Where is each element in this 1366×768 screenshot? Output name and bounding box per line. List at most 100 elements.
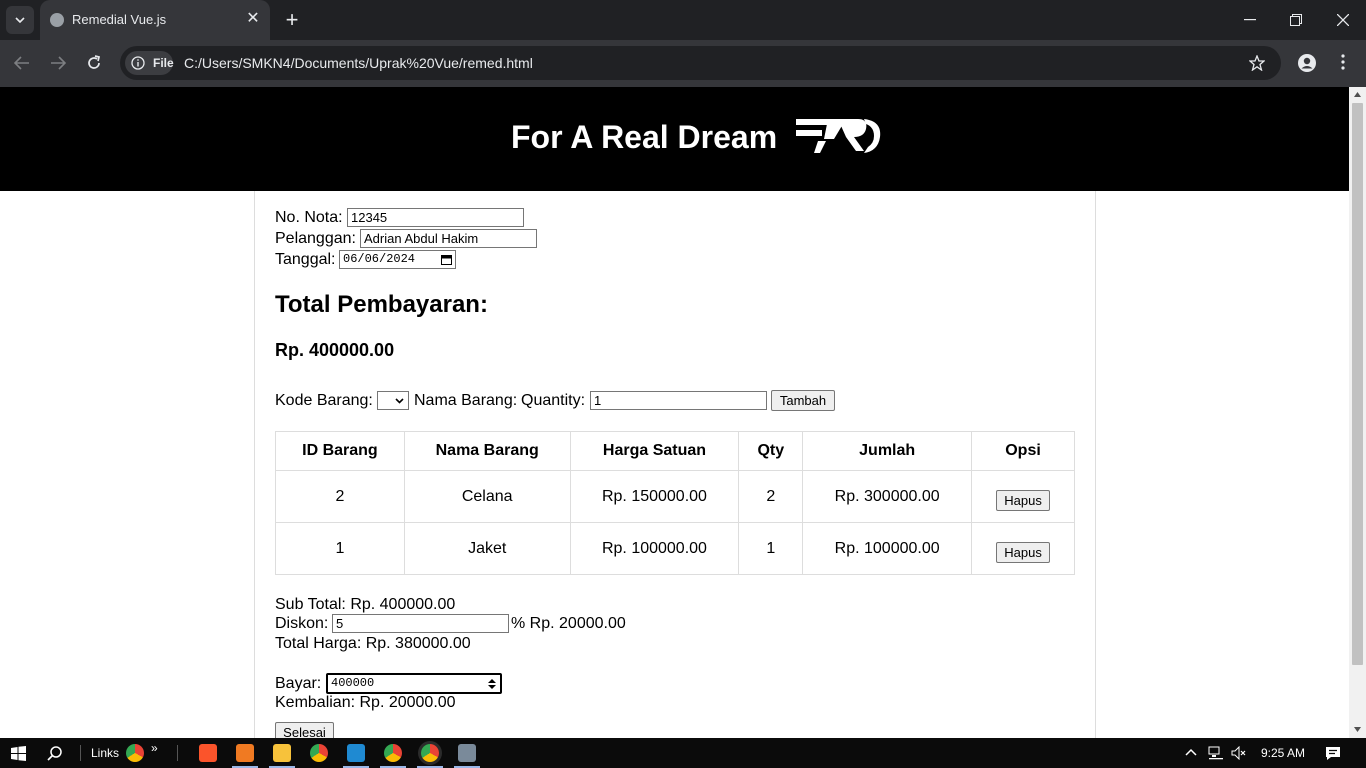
diskon-input[interactable] (332, 614, 509, 633)
nota-label: No. Nota: (275, 209, 343, 226)
total-harga-text: Total Harga: Rp. 380000.00 (275, 635, 471, 652)
menu-dots-icon[interactable] (1341, 54, 1345, 70)
cell-jumlah: Rp. 100000.00 (802, 522, 973, 575)
fard-logo-icon (796, 119, 881, 153)
nama-barang-label: Nama Barang: (414, 392, 518, 409)
spinner-icon[interactable] (488, 678, 496, 690)
clock[interactable]: 9:25 AM (1261, 746, 1305, 760)
overflow-chevron-icon[interactable]: » (151, 741, 158, 755)
cell-nama: Jaket (403, 522, 571, 575)
pelanggan-input[interactable] (360, 229, 537, 248)
main-container: No. Nota: Pelanggan: Tanggal: 06/06/2024… (254, 191, 1096, 738)
cell-id: 2 (275, 470, 405, 523)
cell-qty: 2 (738, 470, 804, 523)
profile-icon[interactable] (1297, 53, 1317, 73)
cell-harga: Rp. 100000.00 (569, 522, 740, 575)
cell-harga: Rp. 150000.00 (569, 470, 740, 523)
nota-input[interactable] (347, 208, 524, 227)
windows-start-icon[interactable] (11, 746, 26, 761)
chevron-down-icon (395, 398, 404, 404)
reload-icon[interactable] (82, 51, 106, 75)
bayar-label: Bayar: (275, 675, 322, 692)
app-icon[interactable] (458, 744, 476, 762)
taskbar-divider (80, 745, 81, 761)
tab-search-button[interactable] (6, 6, 34, 34)
table-row: 2 Celana Rp. 150000.00 2 Rp. 300000.00 H… (275, 470, 1075, 523)
bookmark-star-icon[interactable] (1249, 55, 1265, 71)
hapus-button[interactable]: Hapus (996, 542, 1050, 563)
col-opsi: Opsi (971, 431, 1075, 471)
calendar-icon[interactable] (441, 254, 452, 265)
cell-id: 1 (275, 522, 405, 575)
chrome-link-icon[interactable] (126, 744, 144, 762)
vscode-icon[interactable] (347, 744, 365, 762)
chrome-active-icon[interactable] (421, 744, 439, 762)
tanggal-value: 06/06/2024 (343, 252, 416, 266)
new-tab-icon[interactable]: + (281, 8, 303, 32)
restore-icon[interactable] (1284, 8, 1308, 32)
col-harga-satuan: Harga Satuan (569, 431, 740, 471)
col-nama-barang: Nama Barang (403, 431, 571, 471)
forward-icon[interactable] (46, 51, 70, 75)
browser-toolbar: File C:/Users/SMKN4/Documents/Uprak%20Vu… (0, 40, 1366, 87)
table-header-row: ID Barang Nama Barang Harga Satuan Qty J… (275, 431, 1075, 471)
url-text[interactable]: C:/Users/SMKN4/Documents/Uprak%20Vue/rem… (184, 55, 533, 71)
subtotal-text: Sub Total: Rp. 400000.00 (275, 596, 456, 613)
speaker-muted-icon[interactable] (1231, 746, 1247, 760)
kode-barang-select[interactable] (377, 391, 409, 410)
taskbar-divider (177, 745, 178, 761)
windows-taskbar: Links » 9:25 AM (0, 738, 1366, 768)
chrome-profile-icon[interactable] (384, 744, 402, 762)
globe-icon (50, 13, 64, 27)
table-row: 1 Jaket Rp. 100000.00 1 Rp. 100000.00 Ha… (275, 522, 1075, 575)
minimize-icon[interactable] (1238, 8, 1262, 32)
site-info-label: File (153, 56, 174, 70)
pelanggan-label: Pelanggan: (275, 230, 356, 247)
bayar-value: 400000 (331, 676, 375, 690)
close-window-icon[interactable] (1331, 8, 1355, 32)
chevron-up-icon[interactable] (1185, 748, 1197, 756)
xampp-icon[interactable] (236, 744, 254, 762)
browser-tab-bar: Remedial Vue.js ✕ + (0, 0, 1366, 40)
chevron-down-icon (15, 17, 25, 23)
tambah-button[interactable]: Tambah (771, 390, 835, 411)
quantity-label: Quantity: (521, 392, 586, 409)
back-icon[interactable] (10, 51, 34, 75)
col-id-barang: ID Barang (275, 431, 405, 471)
diskon-label: Diskon: (275, 615, 329, 632)
browser-tab[interactable]: Remedial Vue.js ✕ (40, 0, 270, 40)
col-qty: Qty (738, 431, 804, 471)
selesai-button[interactable]: Selesai (275, 722, 334, 738)
quantity-input[interactable] (590, 391, 767, 410)
tab-close-icon[interactable]: ✕ (244, 10, 262, 28)
chrome-icon[interactable] (310, 744, 328, 762)
address-bar[interactable]: File C:/Users/SMKN4/Documents/Uprak%20Vu… (120, 46, 1281, 80)
network-icon[interactable] (1208, 746, 1224, 760)
page-scrollbar[interactable] (1349, 87, 1366, 738)
scroll-down-icon[interactable] (1354, 727, 1361, 732)
cell-jumlah: Rp. 300000.00 (802, 470, 973, 523)
bayar-number-input[interactable]: 400000 (326, 673, 502, 694)
page-viewport: For A Real Dream No. Nota: Pelanggan: Ta… (0, 87, 1349, 738)
col-jumlah: Jumlah (802, 431, 973, 471)
links-toolbar-label[interactable]: Links (91, 746, 119, 760)
file-explorer-icon[interactable] (273, 744, 291, 762)
cell-nama: Celana (403, 470, 571, 523)
cell-opsi: Hapus (971, 522, 1075, 575)
search-icon[interactable] (47, 746, 62, 761)
scroll-up-icon[interactable] (1354, 92, 1361, 97)
hapus-button[interactable]: Hapus (996, 490, 1050, 511)
page-title: For A Real Dream (511, 119, 778, 155)
notification-icon[interactable] (1325, 746, 1341, 761)
kembalian-text: Kembalian: Rp. 20000.00 (275, 694, 456, 711)
site-info-chip[interactable]: File (125, 51, 174, 75)
tanggal-label: Tanggal: (275, 251, 336, 268)
cell-qty: 1 (738, 522, 804, 575)
cell-opsi: Hapus (971, 470, 1075, 523)
kode-barang-label: Kode Barang: (275, 392, 373, 409)
tanggal-date-input[interactable]: 06/06/2024 (339, 250, 456, 269)
brave-icon[interactable] (199, 744, 217, 762)
total-heading: Total Pembayaran: (275, 291, 488, 318)
info-icon (131, 56, 145, 70)
scroll-thumb[interactable] (1352, 103, 1363, 665)
